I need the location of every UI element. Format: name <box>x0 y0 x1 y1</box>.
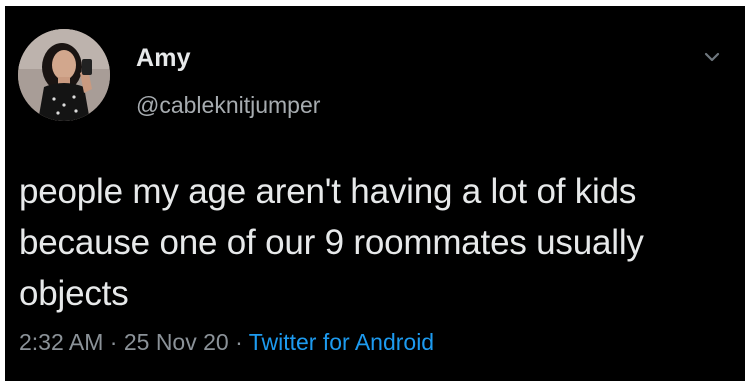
tweet-meta: 2:32 AM · 25 Nov 20 · Twitter for Androi… <box>19 329 434 356</box>
tweet-date[interactable]: 25 Nov 20 <box>124 329 229 355</box>
tweet-card: Amy @cableknitjumper people my age aren'… <box>5 6 745 381</box>
chevron-down-icon[interactable] <box>701 46 723 68</box>
tweet-time[interactable]: 2:32 AM <box>19 329 103 355</box>
tweet-source-link[interactable]: Twitter for Android <box>249 329 434 355</box>
avatar[interactable] <box>18 29 110 121</box>
meta-separator: · <box>228 329 249 355</box>
tweet-text: people my age aren't having a lot of kid… <box>19 172 644 313</box>
user-handle[interactable]: @cableknitjumper <box>136 92 320 119</box>
meta-separator: · <box>103 329 124 355</box>
display-name[interactable]: Amy <box>136 44 191 73</box>
profile-photo-image <box>18 29 110 121</box>
